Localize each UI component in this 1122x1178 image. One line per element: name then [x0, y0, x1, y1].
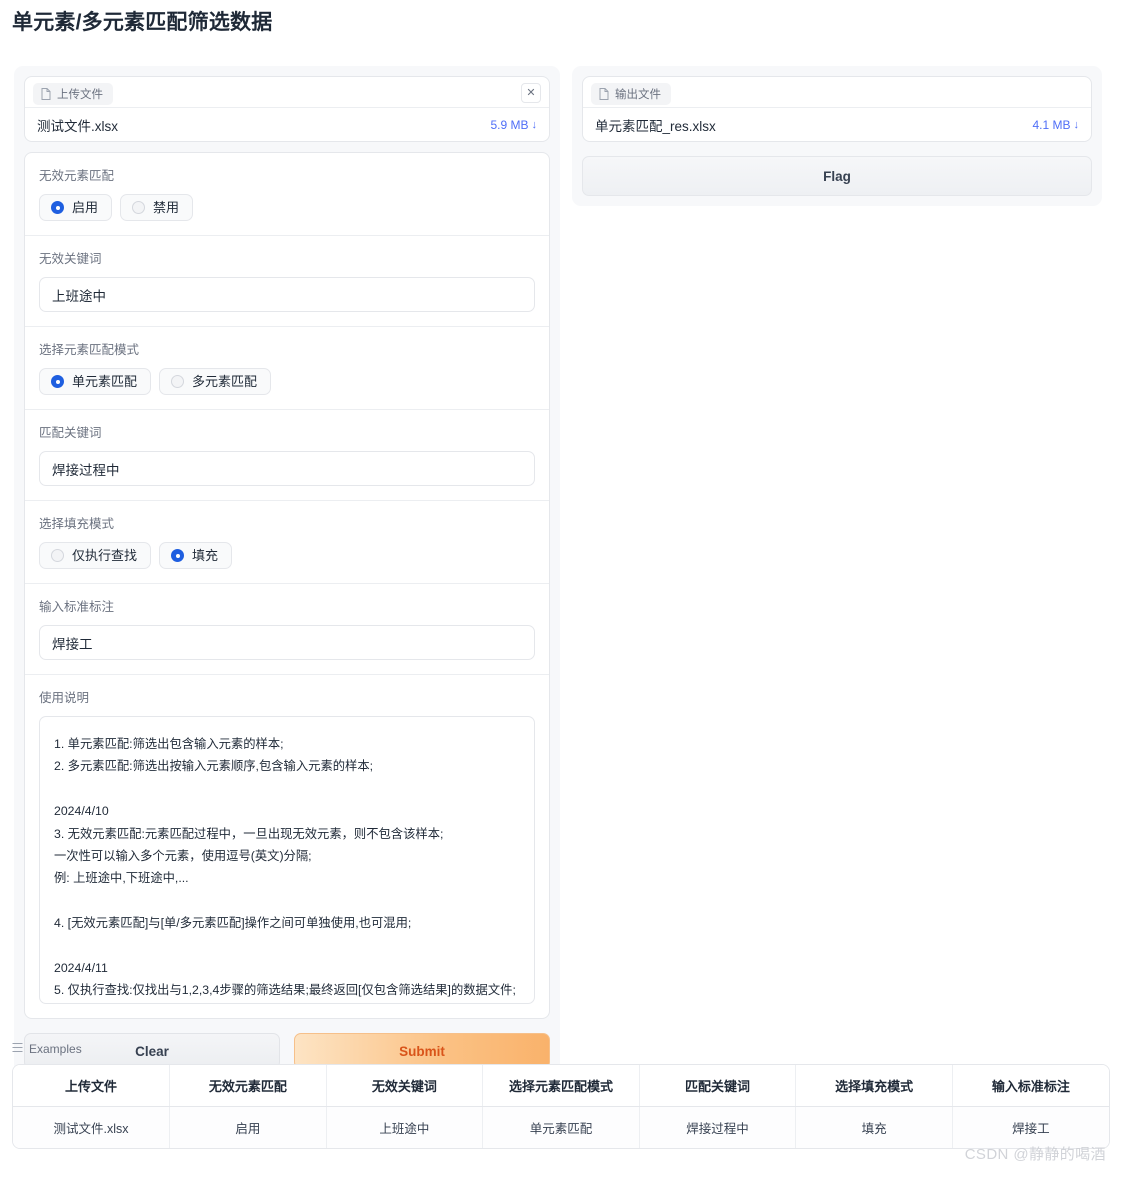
radio-label: 单元素匹配	[72, 374, 138, 389]
field-instructions: 使用说明 1. 单元素匹配:筛选出包含输入元素的样本; 2. 多元素匹配:筛选出…	[25, 675, 549, 1018]
fill-mode-radio-group: 仅执行查找 填充	[39, 542, 535, 569]
field-invalid-keyword-label: 无效关键词	[39, 252, 102, 266]
input-panel: 上传文件 ✕ 测试文件.xlsx 5.9 MB ↓ 无效元素匹配 启用 禁用 无…	[14, 66, 560, 1079]
invalid-keyword-input[interactable]	[39, 277, 535, 312]
match-keyword-input[interactable]	[39, 451, 535, 486]
field-instructions-label: 使用说明	[39, 691, 90, 705]
match-mode-radio-group: 单元素匹配 多元素匹配	[39, 368, 535, 395]
column-header: 选择填充模式	[795, 1065, 953, 1107]
table-cell: 填充	[795, 1106, 953, 1148]
output-panel: 输出文件 单元素匹配_res.xlsx 4.1 MB ↓ Flag	[572, 66, 1102, 206]
examples-table-wrap: 上传文件 无效元素匹配 无效关键词 选择元素匹配模式 匹配关键词 选择填充模式 …	[12, 1064, 1110, 1149]
output-widget-header: 输出文件	[583, 77, 1091, 107]
radio-dot-icon	[171, 549, 185, 562]
radio-dot-icon	[51, 549, 64, 562]
app-page: 单元素/多元素匹配筛选数据 上传文件 ✕ 测试文件.xlsx 5.9 MB ↓ …	[0, 0, 1122, 1178]
column-header: 输入标准标注	[952, 1065, 1109, 1107]
file-icon	[599, 88, 609, 100]
radio-label: 禁用	[153, 200, 180, 215]
radio-label: 启用	[72, 200, 99, 215]
invalid-match-radio-group: 启用 禁用	[39, 194, 535, 221]
radio-invalid-match-enable[interactable]: 启用	[39, 194, 113, 221]
output-file-chip: 输出文件	[591, 83, 671, 105]
radio-match-mode-single[interactable]: 单元素匹配	[39, 368, 152, 395]
download-arrow-icon: ↓	[1073, 118, 1080, 131]
examples-section: Examples 上传文件 无效元素匹配 无效关键词 选择元素匹配模式 匹配关键…	[0, 1026, 1122, 1149]
examples-header: Examples	[12, 1042, 1122, 1056]
radio-match-mode-multi[interactable]: 多元素匹配	[159, 368, 272, 395]
radio-fill-mode-search-only[interactable]: 仅执行查找	[39, 542, 152, 569]
upload-file-chip: 上传文件	[33, 83, 113, 105]
close-icon[interactable]: ✕	[521, 83, 541, 103]
examples-header-label: Examples	[29, 1042, 82, 1056]
radio-label: 多元素匹配	[192, 374, 258, 389]
settings-form: 无效元素匹配 启用 禁用 无效关键词 上班途中 选择元素匹配模式 单元素匹配 多…	[24, 152, 550, 1019]
column-header: 无效关键词	[326, 1065, 484, 1107]
table-cell: 上班途中	[326, 1106, 484, 1148]
table-cell: 测试文件.xlsx	[13, 1106, 171, 1148]
left-column: 上传文件 ✕ 测试文件.xlsx 5.9 MB ↓ 无效元素匹配 启用 禁用 无…	[14, 66, 560, 1079]
column-header: 无效元素匹配	[169, 1065, 327, 1107]
radio-dot-icon	[132, 201, 146, 214]
uploaded-file-download[interactable]: 5.9 MB ↓	[490, 118, 537, 132]
table-cell: 启用	[169, 1106, 327, 1148]
radio-label: 仅执行查找	[72, 548, 138, 563]
field-fill-mode-label: 选择填充模式	[39, 517, 115, 531]
flag-button[interactable]: Flag	[582, 156, 1092, 196]
field-invalid-keyword: 无效关键词	[25, 236, 549, 327]
radio-dot-icon	[51, 201, 64, 214]
examples-table: 上传文件 无效元素匹配 无效关键词 选择元素匹配模式 匹配关键词 选择填充模式 …	[13, 1065, 1109, 1148]
column-header: 匹配关键词	[639, 1065, 797, 1107]
field-standard-label: 输入标准标注	[25, 584, 549, 675]
page-title: 单元素/多元素匹配筛选数据	[12, 11, 273, 34]
list-icon	[12, 1042, 23, 1056]
field-match-keyword-label: 匹配关键词	[39, 426, 102, 440]
output-chip-label: 输出文件	[615, 89, 661, 101]
output-file-row: 单元素匹配_res.xlsx 4.1 MB ↓	[583, 107, 1091, 141]
radio-dot-icon	[171, 375, 185, 388]
field-match-keyword: 匹配关键词	[25, 410, 549, 501]
field-match-mode-label: 选择元素匹配模式	[39, 343, 140, 357]
column-header: 选择元素匹配模式	[482, 1065, 640, 1107]
table-cell: 焊接工	[952, 1106, 1109, 1148]
upload-chip-label: 上传文件	[57, 89, 103, 101]
table-header-row: 上传文件 无效元素匹配 无效关键词 选择元素匹配模式 匹配关键词 选择填充模式 …	[13, 1065, 1109, 1107]
radio-invalid-match-disable[interactable]: 禁用	[120, 194, 194, 221]
field-invalid-match-label: 无效元素匹配	[39, 169, 115, 183]
upload-file-widget[interactable]: 上传文件 ✕ 测试文件.xlsx 5.9 MB ↓	[24, 76, 550, 142]
radio-fill-mode-fill[interactable]: 填充	[159, 542, 233, 569]
output-file-widget[interactable]: 输出文件 单元素匹配_res.xlsx 4.1 MB ↓	[582, 76, 1092, 142]
radio-dot-icon	[51, 375, 64, 388]
field-invalid-match: 无效元素匹配 启用 禁用	[25, 153, 549, 236]
instructions-textarea[interactable]: 1. 单元素匹配:筛选出包含输入元素的样本; 2. 多元素匹配:筛选出按输入元素…	[39, 716, 535, 1004]
field-match-mode: 选择元素匹配模式 单元素匹配 多元素匹配	[25, 327, 549, 410]
field-standard-label-label: 输入标准标注	[39, 600, 115, 614]
uploaded-file-row: 测试文件.xlsx 5.9 MB ↓	[25, 107, 549, 141]
radio-label: 填充	[192, 548, 219, 563]
field-fill-mode: 选择填充模式 仅执行查找 填充	[25, 501, 549, 584]
table-cell: 单元素匹配	[482, 1106, 640, 1148]
upload-widget-header: 上传文件 ✕	[25, 77, 549, 107]
file-icon	[41, 88, 51, 100]
output-file-size: 4.1 MB	[1032, 117, 1071, 132]
standard-label-input[interactable]	[39, 625, 535, 660]
table-row[interactable]: 测试文件.xlsx 启用 上班途中 单元素匹配 焊接过程中 填充 焊接工	[13, 1106, 1109, 1148]
watermark: CSDN @静静的喝酒	[964, 1146, 1106, 1163]
download-arrow-icon: ↓	[531, 118, 538, 131]
column-header: 上传文件	[13, 1065, 171, 1107]
uploaded-file-size: 5.9 MB	[490, 117, 529, 132]
uploaded-file-name: 测试文件.xlsx	[37, 118, 118, 134]
right-column: 输出文件 单元素匹配_res.xlsx 4.1 MB ↓ Flag	[572, 66, 1102, 206]
output-file-name: 单元素匹配_res.xlsx	[595, 118, 716, 134]
table-cell: 焊接过程中	[639, 1106, 797, 1148]
output-file-download[interactable]: 4.1 MB ↓	[1032, 118, 1079, 132]
